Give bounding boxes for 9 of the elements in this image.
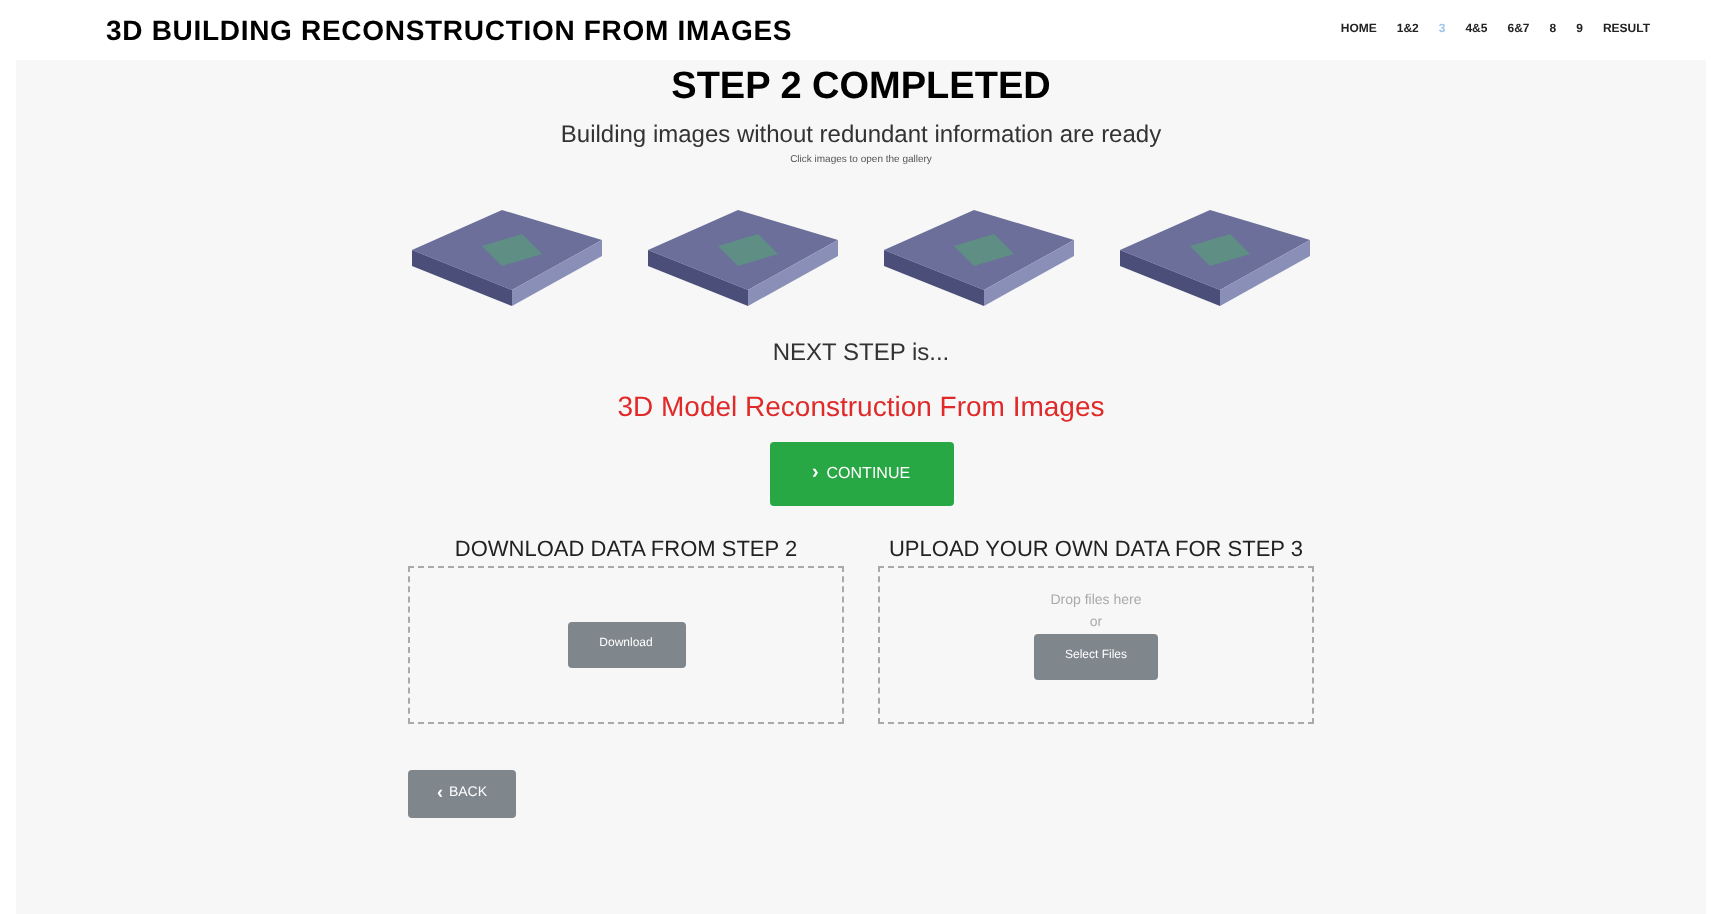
download-heading: DOWNLOAD DATA FROM STEP 2 bbox=[454, 535, 798, 565]
subtitle: Building images without redundant information are ready bbox=[560, 118, 1162, 152]
next-step-label: NEXT STEP is... bbox=[772, 335, 950, 369]
chevron-right-icon: › bbox=[811, 458, 819, 488]
upload-heading: UPLOAD YOUR OWN DATA FOR STEP 3 bbox=[888, 535, 1303, 565]
chevron-left-icon: ‹ bbox=[436, 780, 443, 808]
next-step-name: 3D Model Reconstruction From Images bbox=[617, 387, 1105, 426]
page-heading: STEP 2 COMPLETED bbox=[671, 64, 1051, 112]
site-title: 3D BUILDING RECONSTRUCTION FROM IMAGES bbox=[106, 11, 793, 49]
